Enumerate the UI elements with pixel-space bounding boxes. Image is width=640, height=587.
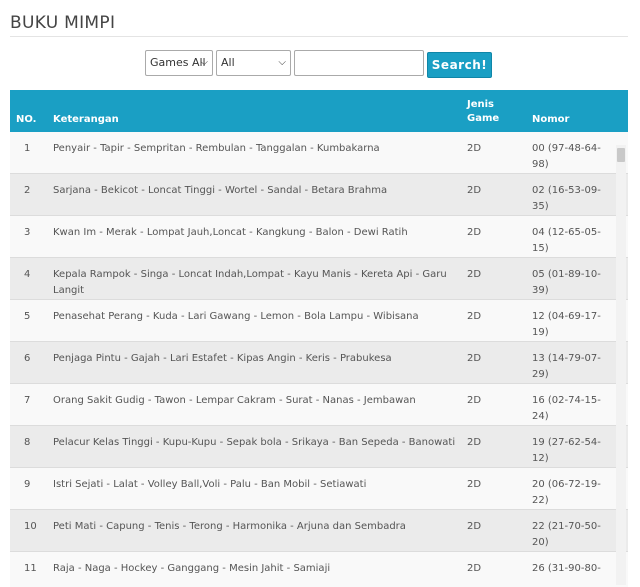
- cell-no: 4: [24, 269, 31, 280]
- table-row: 9 Istri Sejati - Lalat - Volley Ball,Vol…: [10, 468, 628, 510]
- title-divider: [10, 36, 628, 37]
- dream-book-table: NO. Keterangan Jenis Game Nomor 1 Penyai…: [10, 90, 628, 587]
- cell-no: 10: [24, 521, 37, 532]
- cell-keterangan: Orang Sakit Gudig - Tawon - Lempar Cakra…: [53, 395, 416, 406]
- cell-keterangan: Sarjana - Bekicot - Loncat Tinggi - Wort…: [53, 185, 388, 196]
- table-row: 1 Penyair - Tapir - Sempritan - Rembulan…: [10, 132, 628, 174]
- header-jenis-game-label: Jenis Game: [467, 99, 500, 124]
- cell-nomor: 26 (31-90-80-: [532, 563, 601, 574]
- cell-jenis: 2D: [467, 353, 482, 364]
- table-row: 8 Pelacur Kelas Tinggi - Kupu-Kupu - Sep…: [10, 426, 628, 468]
- table-header: NO. Keterangan Jenis Game Nomor: [10, 90, 628, 132]
- cell-nomor: 20 (06-72-19-22): [532, 479, 601, 506]
- cell-keterangan: Penyair - Tapir - Sempritan - Rembulan -…: [53, 143, 380, 154]
- cell-nomor: 16 (02-74-15-24): [532, 395, 601, 422]
- page-title: BUKU MIMPI: [10, 13, 116, 34]
- chevron-down-icon: ⌵: [200, 57, 208, 68]
- cell-jenis: 2D: [467, 269, 482, 280]
- cell-jenis: 2D: [467, 227, 482, 238]
- cell-jenis: 2D: [467, 311, 482, 322]
- cell-keterangan: Raja - Naga - Hockey - Ganggang - Mesin …: [53, 563, 331, 574]
- cell-nomor: 00 (97-48-64-98): [532, 143, 601, 170]
- header-keterangan: Keterangan: [53, 114, 119, 125]
- cell-no: 3: [24, 227, 31, 238]
- filter-select[interactable]: All ⌵: [216, 50, 291, 76]
- table-row: 2 Sarjana - Bekicot - Loncat Tinggi - Wo…: [10, 174, 628, 216]
- header-nomor: Nomor: [532, 114, 570, 125]
- cell-no: 1: [24, 143, 31, 154]
- cell-nomor: 05 (01-89-10-39): [532, 269, 601, 296]
- cell-no: 5: [24, 311, 31, 322]
- table-row: 7 Orang Sakit Gudig - Tawon - Lempar Cak…: [10, 384, 628, 426]
- header-no: NO.: [16, 114, 37, 125]
- cell-keterangan: Pelacur Kelas Tinggi - Kupu-Kupu - Sepak…: [53, 437, 456, 448]
- table-row: 11 Raja - Naga - Hockey - Ganggang - Mes…: [10, 552, 628, 587]
- cell-nomor: 19 (27-62-54-12): [532, 437, 601, 464]
- cell-nomor: 13 (14-79-07-29): [532, 353, 601, 380]
- table-row: 6 Penjaga Pintu - Gajah - Lari Estafet -…: [10, 342, 628, 384]
- cell-keterangan: Penjaga Pintu - Gajah - Lari Estafet - K…: [53, 353, 392, 364]
- table-scrollbar[interactable]: [616, 145, 626, 585]
- cell-no: 2: [24, 185, 31, 196]
- cell-keterangan: Kwan Im - Merak - Lompat Jauh,Loncat - K…: [53, 227, 408, 238]
- scrollbar-thumb[interactable]: [617, 148, 625, 162]
- table-body[interactable]: 1 Penyair - Tapir - Sempritan - Rembulan…: [10, 132, 628, 587]
- cell-keterangan: Kepala Rampok - Singa - Loncat Indah,Lom…: [53, 269, 447, 296]
- cell-nomor: 04 (12-65-05-15): [532, 227, 601, 254]
- cell-keterangan: Penasehat Perang - Kuda - Lari Gawang - …: [53, 311, 419, 322]
- search-button[interactable]: Search!: [427, 52, 492, 78]
- cell-no: 9: [24, 479, 31, 490]
- cell-keterangan: Peti Mati - Capung - Tenis - Terong - Ha…: [53, 521, 406, 532]
- cell-keterangan: Istri Sejati - Lalat - Volley Ball,Voli …: [53, 479, 367, 490]
- cell-nomor: 22 (21-70-50-20): [532, 521, 601, 548]
- cell-jenis: 2D: [467, 437, 482, 448]
- table-row: 4 Kepala Rampok - Singa - Loncat Indah,L…: [10, 258, 628, 300]
- cell-no: 8: [24, 437, 31, 448]
- game-select[interactable]: Games All ⌵: [145, 50, 213, 76]
- cell-no: 11: [24, 563, 37, 574]
- table-row: 3 Kwan Im - Merak - Lompat Jauh,Loncat -…: [10, 216, 628, 258]
- cell-no: 7: [24, 395, 31, 406]
- chevron-down-icon: ⌵: [278, 57, 286, 68]
- filter-select-value: All: [221, 56, 235, 69]
- cell-nomor: 12 (04-69-17-19): [532, 311, 601, 338]
- game-select-value: Games All: [150, 56, 206, 69]
- cell-jenis: 2D: [467, 395, 482, 406]
- cell-nomor: 02 (16-53-09-35): [532, 185, 601, 212]
- cell-no: 6: [24, 353, 31, 364]
- header-jenis-game: Jenis Game: [467, 98, 507, 126]
- cell-jenis: 2D: [467, 521, 482, 532]
- cell-jenis: 2D: [467, 479, 482, 490]
- cell-jenis: 2D: [467, 143, 482, 154]
- search-input[interactable]: [294, 50, 424, 76]
- cell-jenis: 2D: [467, 185, 482, 196]
- table-row: 10 Peti Mati - Capung - Tenis - Terong -…: [10, 510, 628, 552]
- table-row: 5 Penasehat Perang - Kuda - Lari Gawang …: [10, 300, 628, 342]
- cell-jenis: 2D: [467, 563, 482, 574]
